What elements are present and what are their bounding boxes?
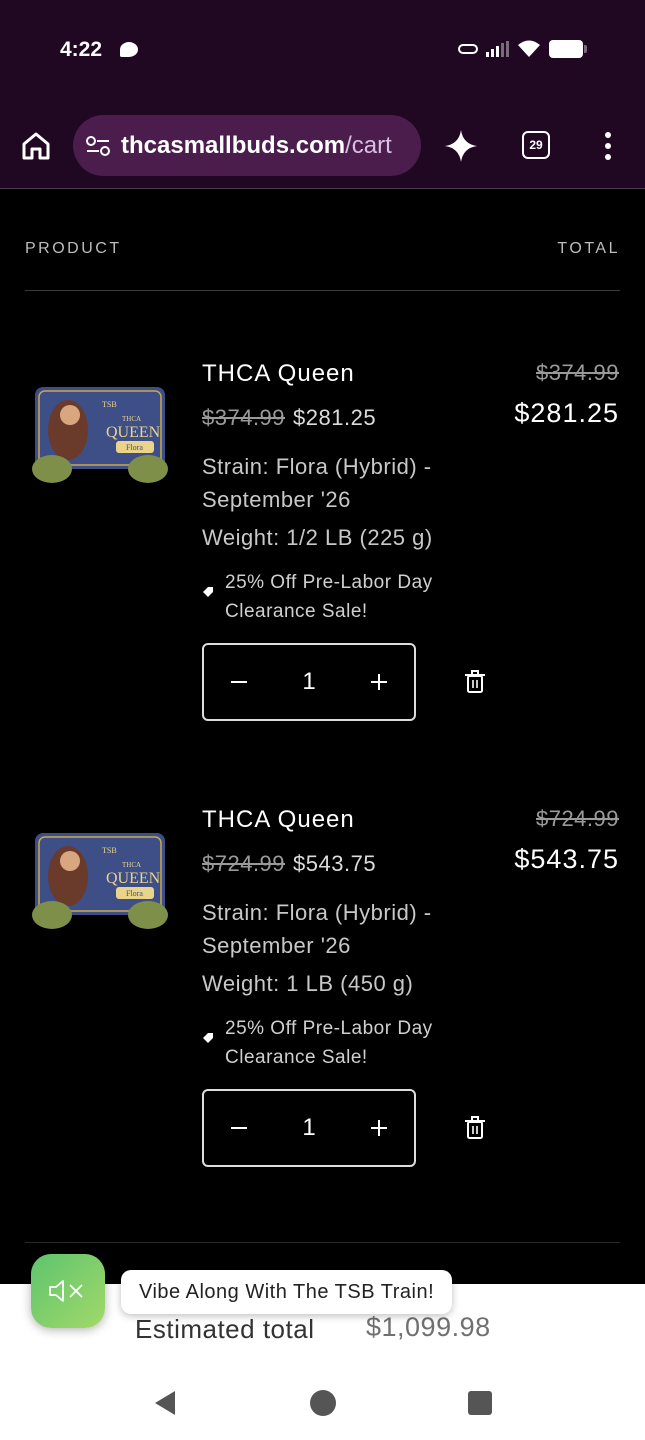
- item-name[interactable]: THCA Queen: [202, 360, 355, 388]
- quantity-value[interactable]: 1: [302, 1114, 315, 1142]
- quantity-value[interactable]: 1: [302, 668, 315, 696]
- item-name[interactable]: THCA Queen: [202, 806, 355, 834]
- total-original: $374.99: [535, 360, 619, 385]
- image-line2: QUEEN: [106, 424, 161, 441]
- image-line1: THCA: [122, 415, 141, 423]
- image-line1: THCA: [122, 861, 141, 869]
- plus-icon[interactable]: [368, 1117, 390, 1139]
- price-sale: $281.25: [293, 405, 377, 430]
- price-original: $374.99: [202, 405, 286, 430]
- cart-header: PRODUCT TOTAL: [25, 240, 620, 258]
- quantity-stepper: 1: [202, 643, 416, 721]
- image-strain: Flora: [126, 889, 143, 898]
- home-circle-icon[interactable]: [310, 1390, 336, 1416]
- discount-text: 25% Off Pre-Labor Day Clearance Sale!: [225, 572, 433, 622]
- item-weight: Weight: 1 LB (450 g): [202, 971, 414, 996]
- item-strain: Strain: Flora (Hybrid) - September '26: [202, 454, 432, 512]
- estimated-total-value: $1,099.98: [366, 1312, 491, 1342]
- status-icons: [458, 40, 587, 58]
- quantity-stepper: 1: [202, 1089, 416, 1167]
- status-bar: 4:22: [0, 0, 645, 100]
- trash-icon[interactable]: [464, 1116, 486, 1140]
- image-line2: QUEEN: [106, 870, 161, 887]
- item-prices: $724.99 $543.75: [202, 851, 376, 877]
- image-strain: Flora: [126, 443, 143, 452]
- wifi-icon: [518, 40, 540, 57]
- mute-button[interactable]: [31, 1254, 105, 1328]
- sparkle-icon[interactable]: [444, 129, 478, 163]
- tag-icon: [203, 1033, 213, 1043]
- item-strain: Strain: Flora (Hybrid) - September '26: [202, 900, 432, 958]
- price-sale: $543.75: [293, 851, 377, 876]
- vpn-key-icon: [458, 44, 478, 54]
- signal-icon: [486, 41, 509, 57]
- estimated-total-label: Estimated total: [135, 1314, 315, 1344]
- product-image[interactable]: TSB THCA QUEEN Flora: [30, 831, 170, 931]
- tabs-icon[interactable]: 29: [522, 131, 550, 159]
- total-sale: $543.75: [514, 844, 619, 874]
- recents-icon[interactable]: [468, 1391, 492, 1415]
- url-domain: thcasmallbuds.com: [121, 131, 346, 159]
- discount-text: 25% Off Pre-Labor Day Clearance Sale!: [225, 1018, 433, 1068]
- status-time: 4:22: [60, 38, 103, 61]
- minus-icon[interactable]: [228, 1117, 250, 1139]
- divider: [25, 1242, 620, 1243]
- mute-icon: [49, 1280, 83, 1302]
- tune-icon[interactable]: [85, 135, 111, 157]
- back-icon[interactable]: [153, 1390, 177, 1416]
- minus-icon[interactable]: [228, 671, 250, 693]
- item-weight: Weight: 1/2 LB (225 g): [202, 525, 433, 550]
- menu-icon[interactable]: [603, 132, 613, 160]
- item-prices: $374.99 $281.25: [202, 405, 376, 431]
- music-tooltip[interactable]: Vibe Along With The TSB Train!: [121, 1270, 453, 1314]
- browser-toolbar: thcasmallbuds.com/cart 29: [0, 100, 645, 189]
- price-original: $724.99: [202, 851, 286, 876]
- trash-icon[interactable]: [464, 670, 486, 694]
- header-total: TOTAL: [557, 240, 620, 257]
- url-path: /cart: [345, 131, 392, 159]
- message-notification-icon: [120, 42, 138, 57]
- tag-icon: [203, 587, 213, 597]
- total-original: $724.99: [535, 806, 619, 831]
- url-text[interactable]: thcasmallbuds.com/cart: [121, 132, 392, 160]
- home-icon[interactable]: [20, 130, 52, 162]
- battery-icon: [549, 40, 587, 58]
- image-brand: TSB: [102, 846, 117, 855]
- divider: [25, 290, 620, 291]
- plus-icon[interactable]: [368, 671, 390, 693]
- total-sale: $281.25: [514, 398, 619, 428]
- image-brand: TSB: [102, 400, 117, 409]
- product-image[interactable]: TSB THCA QUEEN Flora: [30, 385, 170, 485]
- address-bar[interactable]: thcasmallbuds.com/cart: [73, 115, 421, 176]
- header-product: PRODUCT: [25, 240, 122, 257]
